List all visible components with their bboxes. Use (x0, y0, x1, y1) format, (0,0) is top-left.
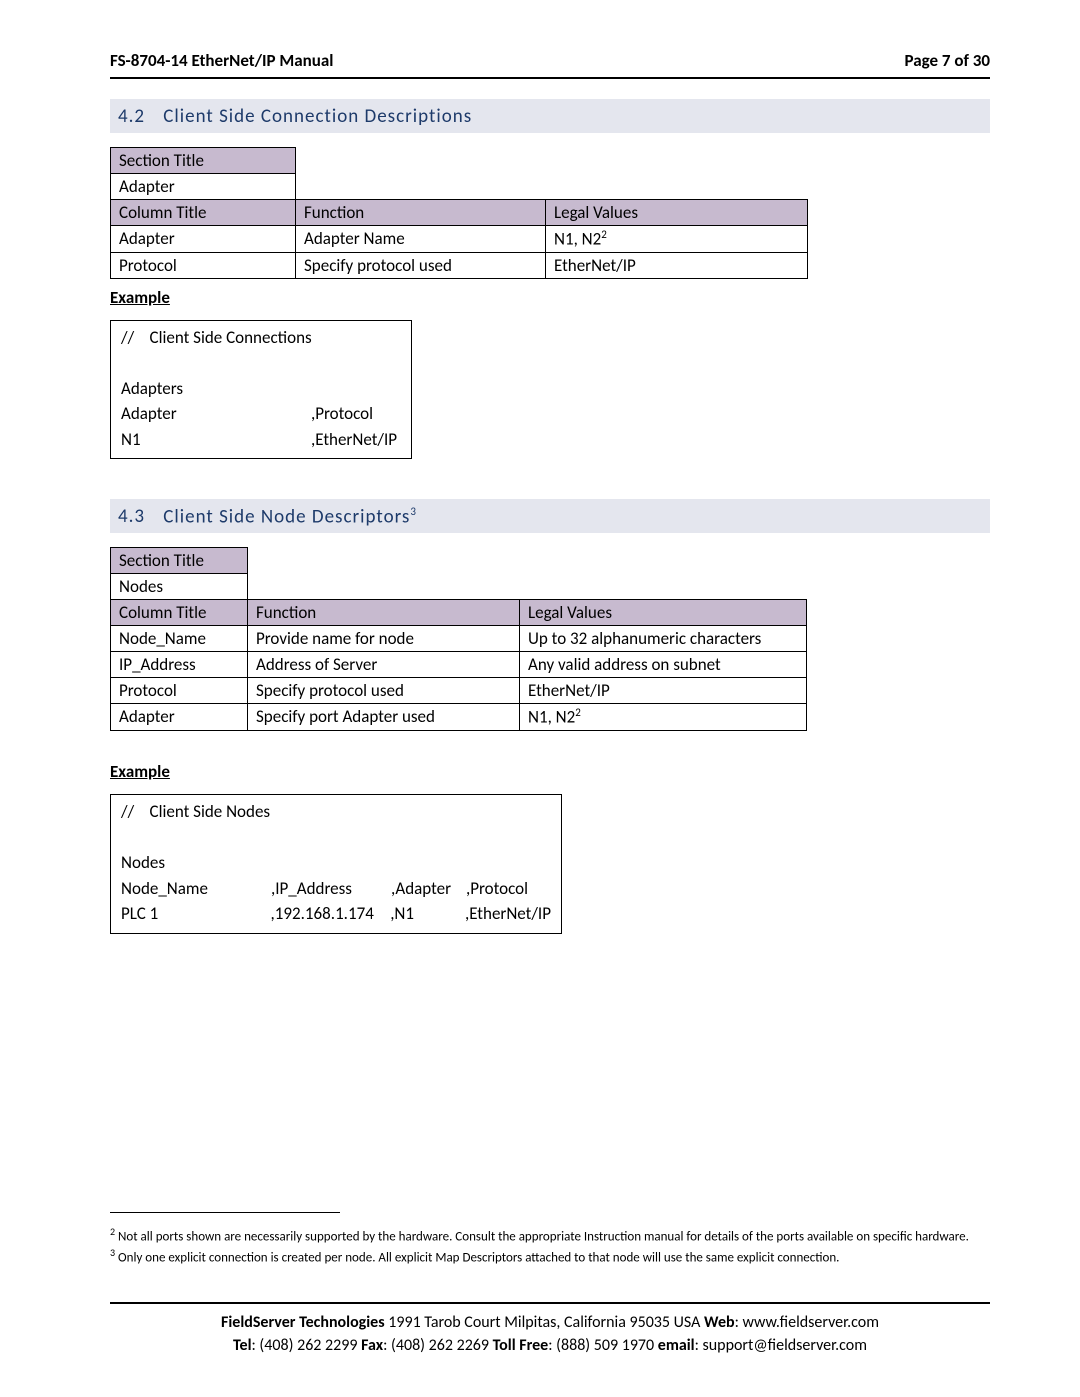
table-row: Protocol Specify protocol used EtherNet/… (111, 252, 808, 278)
code-line: N1,EtherNet/IP (121, 427, 401, 453)
section-4-2-heading: 4.2 Client Side Connection Descriptions (110, 99, 990, 133)
example-label: Example (110, 287, 990, 308)
table-row: Protocol Specify protocol used EtherNet/… (111, 678, 807, 704)
code-line: PLC 1 ,192.168.1.174 ,N1 ,EtherNet/IP (121, 901, 551, 927)
doc-title: FS-8704-14 EtherNet/IP Manual (110, 50, 333, 71)
table-cell: N1, N22 (546, 226, 808, 253)
table-cell: Specify port Adapter used (248, 704, 520, 731)
fax-label: Fax (361, 1336, 383, 1355)
email-value: : support@fieldserver.com (695, 1336, 867, 1355)
table-header: Legal Values (546, 200, 808, 226)
example-box-4-3: // Client Side Nodes Nodes Node_Name ,IP… (110, 794, 562, 934)
tollfree-value: : (888) 509 1970 (548, 1336, 658, 1355)
table-cell: Specify protocol used (296, 252, 546, 278)
tel-label: Tel (233, 1336, 252, 1355)
web-value: : www.fieldserver.com (735, 1313, 879, 1332)
example-box-4-2: // Client Side Connections Adapters Adap… (110, 320, 412, 460)
table-cell: Node_Name (111, 626, 248, 652)
code-line: // Client Side Nodes (121, 799, 551, 825)
code-line (121, 350, 401, 376)
table-cell: Up to 32 alphanumeric characters (520, 626, 807, 652)
document-footer: FieldServer Technologies 1991 Tarob Cour… (110, 1302, 990, 1357)
table-header: Section Title (111, 148, 296, 174)
table-cell: Specify protocol used (248, 678, 520, 704)
table-cell: Protocol (111, 678, 248, 704)
footnote-2: 2 Not all ports shown are necessarily su… (110, 1225, 990, 1246)
table-row: Node_Name Provide name for node Up to 32… (111, 626, 807, 652)
table-row: Adapter Adapter Name N1, N22 (111, 226, 808, 253)
table-row: Adapter Specify port Adapter used N1, N2… (111, 704, 807, 731)
web-label: Web (704, 1313, 735, 1332)
company-name: FieldServer Technologies (221, 1313, 385, 1332)
section-title: Client Side Connection Descriptions (163, 105, 472, 128)
table-header: Column Title (111, 600, 248, 626)
table-cell: EtherNet/IP (520, 678, 807, 704)
table-row: IP_Address Address of Server Any valid a… (111, 652, 807, 678)
footnote-ref: 3 (410, 505, 417, 518)
table-cell: EtherNet/IP (546, 252, 808, 278)
tel-value: : (408) 262 2299 (252, 1336, 362, 1355)
table-cell: Adapter (111, 704, 248, 731)
table-cell: N1, N22 (520, 704, 807, 731)
table-cell: IP_Address (111, 652, 248, 678)
code-line: Node_Name ,IP_Address ,Adapter ,Protocol (121, 876, 551, 902)
footnotes: 2 Not all ports shown are necessarily su… (110, 1212, 990, 1267)
section-4-3-heading: 4.3 Client Side Node Descriptors3 (110, 499, 990, 533)
table-header: Legal Values (520, 600, 807, 626)
table-cell: Nodes (111, 574, 248, 600)
tollfree-label: Toll Free (493, 1336, 549, 1355)
section-4-3-table: Section Title Nodes Column Title Functio… (110, 547, 807, 731)
table-cell: Provide name for node (248, 626, 520, 652)
table-cell: Adapter (111, 174, 296, 200)
code-line: Nodes (121, 850, 551, 876)
company-address: 1991 Tarob Court Milpitas, California 95… (385, 1313, 704, 1332)
table-cell: Address of Server (248, 652, 520, 678)
example-label: Example (110, 761, 990, 782)
table-cell: Any valid address on subnet (520, 652, 807, 678)
footnote-3: 3 Only one explicit connection is create… (110, 1246, 990, 1267)
code-line: // Client Side Connections (121, 325, 401, 351)
table-header: Section Title (111, 548, 248, 574)
page-number: Page 7 of 30 (905, 50, 990, 71)
section-number: 4.2 (118, 105, 158, 128)
table-cell: Protocol (111, 252, 296, 278)
code-line: Adapters (121, 376, 401, 402)
table-header: Function (248, 600, 520, 626)
fax-value: : (408) 262 2269 (383, 1336, 493, 1355)
code-line (121, 825, 551, 851)
section-number: 4.3 (118, 505, 158, 528)
table-header: Column Title (111, 200, 296, 226)
table-cell: Adapter (111, 226, 296, 253)
code-line: Adapter,Protocol (121, 401, 401, 427)
section-title: Client Side Node Descriptors (163, 505, 410, 528)
document-header: FS-8704-14 EtherNet/IP Manual Page 7 of … (110, 50, 990, 79)
table-header: Function (296, 200, 546, 226)
section-4-2-table: Section Title Adapter Column Title Funct… (110, 147, 808, 279)
email-label: email (658, 1336, 695, 1355)
table-cell: Adapter Name (296, 226, 546, 253)
